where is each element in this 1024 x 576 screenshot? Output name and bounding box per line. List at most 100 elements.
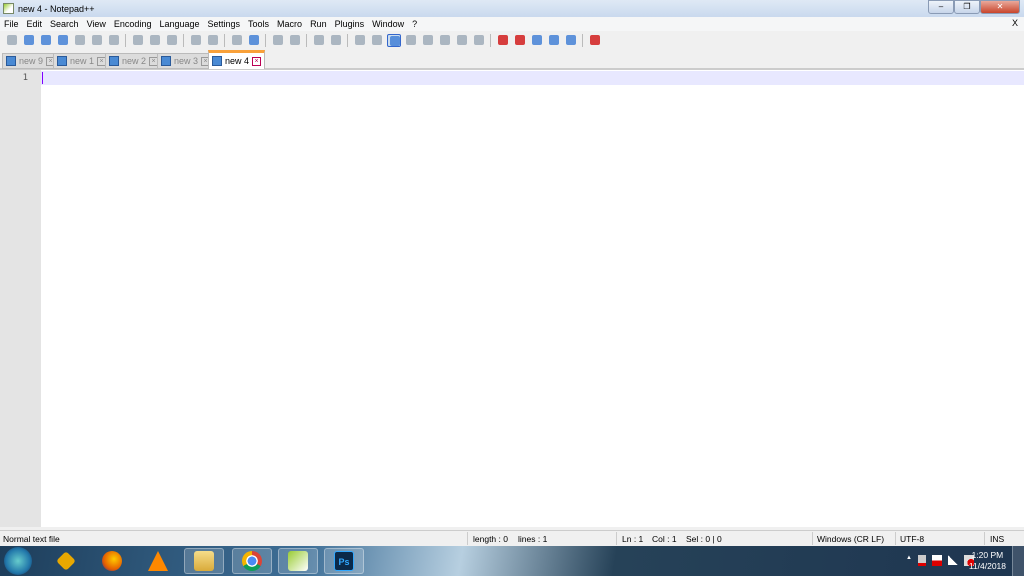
menu-tools[interactable]: Tools xyxy=(244,19,273,29)
udl-button[interactable] xyxy=(404,34,418,47)
status-length: length : 0 xyxy=(473,534,508,544)
indent-guide-icon xyxy=(389,35,400,46)
folder-workspace-button[interactable] xyxy=(455,34,469,47)
saved-state-icon xyxy=(57,56,67,66)
copy-button[interactable] xyxy=(148,34,162,47)
redo-icon xyxy=(207,34,218,45)
redo-button[interactable] xyxy=(206,34,220,47)
network-signal-icon[interactable] xyxy=(948,555,958,565)
show-all-characters-icon xyxy=(371,34,382,45)
minimize-button[interactable]: – xyxy=(928,0,954,14)
tab-label: new 1 xyxy=(70,56,95,66)
action-center-flag-icon[interactable] xyxy=(932,555,942,566)
status-insert-mode: INS xyxy=(990,534,1005,544)
toolbar xyxy=(0,31,1024,49)
menu-view[interactable]: View xyxy=(83,19,110,29)
zoom-out-button[interactable] xyxy=(288,34,302,47)
title-bar: new 4 - Notepad++ – ❐ ✕ xyxy=(0,0,1024,17)
toolbar-separator xyxy=(224,33,225,47)
new-file-icon xyxy=(6,34,17,45)
line-number: 1 xyxy=(22,73,28,83)
power-icon[interactable] xyxy=(918,555,926,566)
clock[interactable]: 1:20 PM 11/4/2018 xyxy=(969,550,1006,572)
replace-button[interactable] xyxy=(247,34,261,47)
word-wrap-button[interactable] xyxy=(353,34,367,47)
show-desktop-button[interactable] xyxy=(1012,546,1024,576)
menu-plugins[interactable]: Plugins xyxy=(331,19,369,29)
vlc-icon xyxy=(148,551,168,571)
taskbar-chrome[interactable] xyxy=(232,548,272,574)
zoom-in-icon xyxy=(272,34,283,45)
saved-state-icon xyxy=(6,56,16,66)
indent-guide-button[interactable] xyxy=(386,33,401,47)
start-button[interactable] xyxy=(4,547,32,575)
taskbar-vlc[interactable] xyxy=(138,548,178,574)
open-file-icon xyxy=(23,34,34,45)
undo-button[interactable] xyxy=(189,34,203,47)
sync-horizontal-icon xyxy=(330,34,341,45)
word-wrap-icon xyxy=(354,34,365,45)
close-tab-icon[interactable]: × xyxy=(252,56,262,66)
save-button[interactable] xyxy=(39,34,53,47)
editor[interactable]: 1 xyxy=(0,69,1024,527)
toolbar-separator xyxy=(183,33,184,47)
close-button[interactable] xyxy=(73,34,87,47)
document-map-button[interactable] xyxy=(421,34,435,47)
folder-icon xyxy=(194,551,214,571)
show-hidden-icons-button[interactable]: ▲ xyxy=(906,555,912,566)
show-all-characters-button[interactable] xyxy=(370,34,384,47)
zoom-in-button[interactable] xyxy=(271,34,285,47)
tab-new-1[interactable]: new 1 × xyxy=(53,53,111,69)
run-macro-multiple-button[interactable] xyxy=(547,34,561,47)
monitoring-button[interactable] xyxy=(472,34,486,47)
taskbar-file-explorer[interactable] xyxy=(184,548,224,574)
close-document-button[interactable]: X xyxy=(1012,18,1018,28)
cut-button[interactable] xyxy=(131,34,145,47)
menu-search[interactable]: Search xyxy=(46,19,83,29)
tab-new-2[interactable]: new 2 × xyxy=(105,53,163,69)
toolbar-separator xyxy=(265,33,266,47)
close-all-icon xyxy=(91,34,102,45)
menu-language[interactable]: Language xyxy=(155,19,203,29)
sync-vertical-button[interactable] xyxy=(312,34,326,47)
play-macro-button[interactable] xyxy=(530,34,544,47)
record-macro-button[interactable] xyxy=(496,34,510,47)
print-button[interactable] xyxy=(107,34,121,47)
menu-edit[interactable]: Edit xyxy=(23,19,47,29)
taskbar: Ps ▲ 1:20 PM 11/4/2018 xyxy=(0,546,1024,576)
menu-file[interactable]: File xyxy=(0,19,23,29)
tab-new-4[interactable]: new 4 × xyxy=(208,50,266,69)
close-icon xyxy=(74,34,85,45)
menu-help[interactable]: ? xyxy=(408,19,421,29)
text-caret xyxy=(42,72,43,84)
stop-record-button[interactable] xyxy=(513,34,527,47)
status-file-type: Normal text file xyxy=(3,534,60,544)
taskbar-firefox[interactable] xyxy=(92,548,132,574)
sync-horizontal-button[interactable] xyxy=(329,34,343,47)
spell-check-button[interactable] xyxy=(588,34,602,47)
close-all-button[interactable] xyxy=(90,34,104,47)
menu-window[interactable]: Window xyxy=(368,19,408,29)
find-button[interactable] xyxy=(230,34,244,47)
taskbar-photoshop[interactable]: Ps xyxy=(324,548,364,574)
paste-button[interactable] xyxy=(165,34,179,47)
photoshop-icon: Ps xyxy=(334,551,354,571)
status-selection: Sel : 0 | 0 xyxy=(686,534,722,544)
menu-run[interactable]: Run xyxy=(306,19,331,29)
save-macro-button[interactable] xyxy=(564,34,578,47)
close-button[interactable]: ✕ xyxy=(980,0,1020,14)
menu-settings[interactable]: Settings xyxy=(204,19,245,29)
tab-new-3[interactable]: new 3 × xyxy=(157,53,215,69)
maximize-button[interactable]: ❐ xyxy=(954,0,980,14)
new-file-button[interactable] xyxy=(5,34,19,47)
taskbar-notepad-plus-plus[interactable] xyxy=(278,548,318,574)
status-bar: Normal text file length : 0 lines : 1 Ln… xyxy=(0,530,1024,546)
zoom-out-icon xyxy=(289,34,300,45)
taskbar-winamp[interactable] xyxy=(46,548,86,574)
function-list-button[interactable] xyxy=(438,34,452,47)
menu-encoding[interactable]: Encoding xyxy=(110,19,156,29)
menu-macro[interactable]: Macro xyxy=(273,19,306,29)
open-file-button[interactable] xyxy=(22,34,36,47)
save-all-button[interactable] xyxy=(56,34,70,47)
tab-new-9[interactable]: new 9 × xyxy=(2,53,60,69)
